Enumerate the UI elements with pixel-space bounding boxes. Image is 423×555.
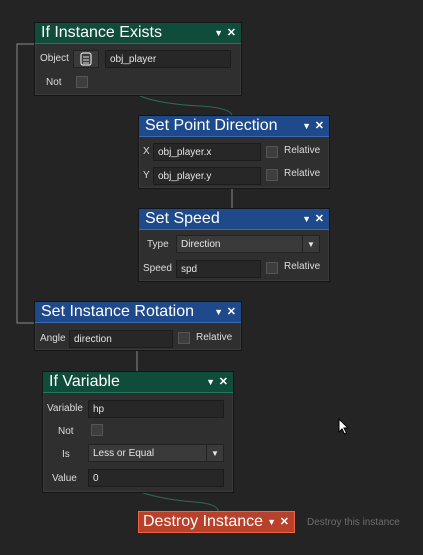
- not-checkbox[interactable]: [91, 424, 103, 436]
- type-dropdown[interactable]: Direction ▼: [176, 235, 320, 253]
- chevron-down-icon[interactable]: ▼: [302, 209, 311, 229]
- object-picker-icon: [80, 52, 92, 66]
- close-icon[interactable]: ✕: [219, 372, 228, 392]
- variable-field[interactable]: hp: [88, 400, 224, 418]
- object-field[interactable]: obj_player: [105, 50, 231, 68]
- block-title: Set Point Direction: [145, 117, 278, 134]
- y-label: Y: [143, 170, 150, 181]
- y-field[interactable]: obj_player.y: [153, 167, 261, 185]
- not-label: Not: [58, 426, 74, 437]
- close-icon[interactable]: ✕: [227, 23, 236, 43]
- block-title: Set Speed: [145, 210, 220, 227]
- block-header[interactable]: If Instance Exists ▼ ✕: [35, 23, 241, 44]
- relative-label: Relative: [284, 261, 321, 272]
- block-header[interactable]: Set Instance Rotation ▼ ✕: [35, 302, 241, 323]
- angle-relative-checkbox[interactable]: [178, 332, 190, 344]
- chevron-down-icon[interactable]: ▼: [206, 372, 215, 392]
- close-icon[interactable]: ✕: [315, 209, 324, 229]
- type-label: Type: [147, 239, 169, 250]
- speed-label: Speed: [143, 263, 172, 274]
- object-picker-button[interactable]: [73, 50, 99, 68]
- variable-label: Variable: [47, 403, 83, 414]
- block-title: If Variable: [49, 373, 120, 390]
- chevron-down-icon[interactable]: ▼: [302, 236, 319, 252]
- if-variable-block[interactable]: If Variable ▼ ✕ Variable hp Not Is Less …: [42, 371, 234, 493]
- x-field[interactable]: obj_player.x: [153, 143, 261, 161]
- mouse-cursor-icon: [338, 418, 350, 435]
- block-title: Set Instance Rotation: [41, 303, 194, 320]
- value-label: Value: [52, 473, 77, 484]
- chevron-down-icon[interactable]: ▼: [206, 445, 223, 461]
- set-speed-block[interactable]: Set Speed ▼ ✕ Type Direction ▼ Speed spd…: [138, 208, 330, 282]
- relative-label: Relative: [284, 168, 321, 179]
- destroy-instance-block[interactable]: Destroy Instance ▼ ✕: [138, 511, 295, 533]
- object-label: Object: [40, 53, 69, 64]
- angle-label: Angle: [40, 333, 66, 344]
- set-instance-rotation-block[interactable]: Set Instance Rotation ▼ ✕ Angle directio…: [34, 301, 242, 351]
- block-title: If Instance Exists: [41, 24, 162, 41]
- not-label: Not: [46, 77, 62, 88]
- block-title: Destroy Instance: [143, 513, 264, 530]
- chevron-down-icon[interactable]: ▼: [302, 116, 311, 136]
- type-dropdown-value: Direction: [181, 239, 221, 250]
- close-icon[interactable]: ✕: [227, 302, 236, 322]
- is-dropdown-value: Less or Equal: [93, 448, 155, 459]
- y-relative-checkbox[interactable]: [266, 169, 278, 181]
- is-dropdown[interactable]: Less or Equal ▼: [88, 444, 224, 462]
- close-icon[interactable]: ✕: [280, 512, 289, 532]
- block-header[interactable]: If Variable ▼ ✕: [43, 372, 233, 393]
- block-header[interactable]: Set Point Direction ▼ ✕: [139, 116, 329, 137]
- not-checkbox[interactable]: [76, 76, 88, 88]
- block-header[interactable]: Set Speed ▼ ✕: [139, 209, 329, 230]
- speed-relative-checkbox[interactable]: [266, 262, 278, 274]
- close-icon[interactable]: ✕: [315, 116, 324, 136]
- is-label: Is: [62, 449, 70, 460]
- if-instance-exists-block[interactable]: If Instance Exists ▼ ✕ Object obj_player…: [34, 22, 242, 96]
- relative-label: Relative: [284, 145, 321, 156]
- angle-field[interactable]: direction: [69, 330, 173, 348]
- speed-field[interactable]: spd: [176, 260, 261, 278]
- set-point-direction-block[interactable]: Set Point Direction ▼ ✕ X obj_player.x R…: [138, 115, 330, 189]
- relative-label: Relative: [196, 332, 233, 343]
- chevron-down-icon[interactable]: ▼: [214, 302, 223, 322]
- chevron-down-icon[interactable]: ▼: [214, 23, 223, 43]
- chevron-down-icon[interactable]: ▼: [267, 512, 276, 532]
- value-field[interactable]: 0: [88, 469, 224, 487]
- destroy-instance-hint: Destroy this instance: [307, 517, 400, 528]
- x-label: X: [143, 146, 150, 157]
- x-relative-checkbox[interactable]: [266, 146, 278, 158]
